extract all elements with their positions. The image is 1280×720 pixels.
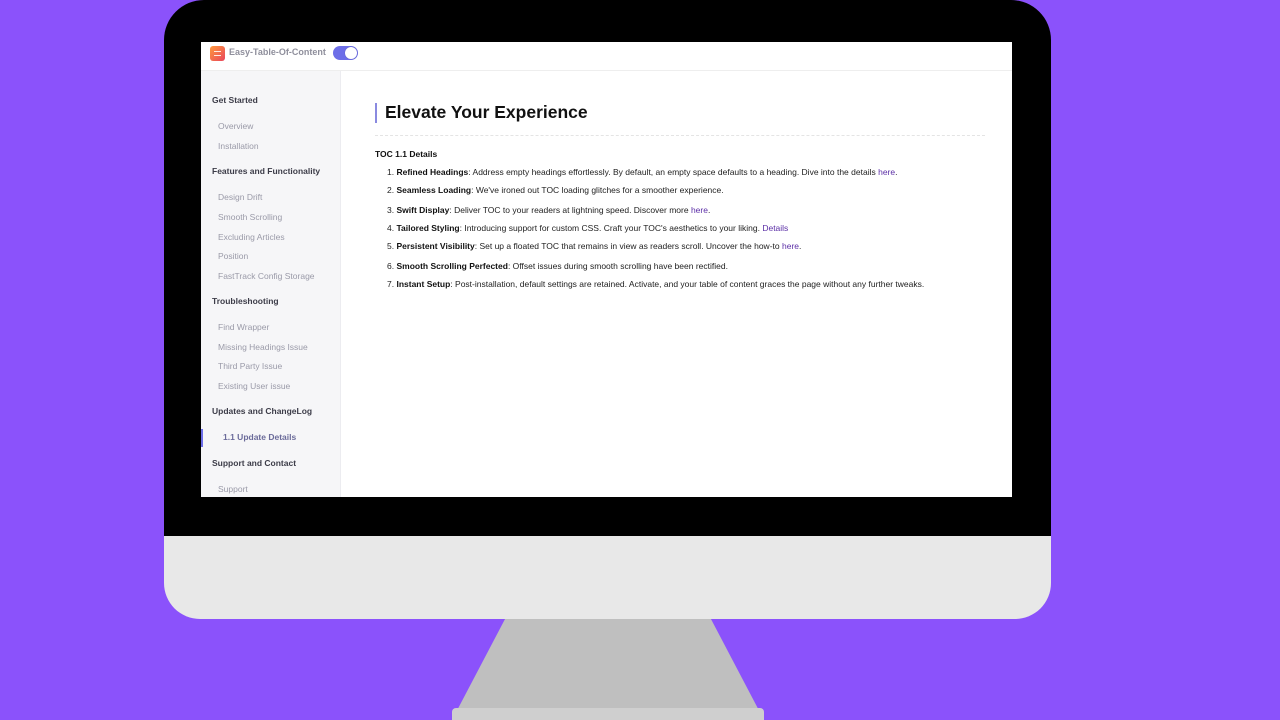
sidebar-item-design-drift[interactable]: Design Drift (218, 192, 262, 202)
monitor-chin (164, 536, 1051, 619)
sidebar-item-third-party-issue[interactable]: Third Party Issue (218, 361, 282, 371)
item-title: Swift Display (396, 205, 450, 215)
sidebar-item-find-wrapper[interactable]: Find Wrapper (218, 322, 269, 332)
sidebar-item-overview[interactable]: Overview (218, 121, 253, 131)
sidebar-item-missing-headings-issue[interactable]: Missing Headings Issue (218, 342, 308, 352)
list-item: 4. Tailored Styling: Introducing support… (387, 223, 789, 233)
sidebar-section-troubleshooting: Troubleshooting (212, 296, 279, 306)
list-item: 5. Persistent Visibility: Set up a float… (387, 241, 802, 251)
item-link[interactable]: Details (762, 223, 788, 233)
list-item: 7. Instant Setup: Post-installation, def… (387, 279, 925, 289)
item-title: Refined Headings (396, 167, 469, 177)
section-title: TOC 1.1 Details (375, 149, 438, 159)
item-title: Persistent Visibility (396, 241, 475, 251)
heading-accent-bar (375, 103, 377, 123)
item-link[interactable]: here (878, 167, 895, 177)
app-logo-icon (210, 46, 225, 61)
title-divider (375, 135, 985, 136)
top-bar: Easy-Table-Of-Content (201, 42, 1012, 71)
list-item: 6. Smooth Scrolling Perfected: Offset is… (387, 261, 728, 271)
sidebar-item-existing-user-issue[interactable]: Existing User issue (218, 381, 290, 391)
sidebar-section-updates: Updates and ChangeLog (212, 406, 313, 416)
sidebar-item-support[interactable]: Support (218, 484, 248, 494)
sidebar-section-features: Features and Functionality (212, 166, 321, 176)
app-title: Easy-Table-Of-Content (229, 47, 326, 57)
sidebar-item-fasttrack-config-storage[interactable]: FastTrack Config Storage (218, 271, 315, 281)
monitor-stand (452, 619, 764, 720)
enable-toggle[interactable] (333, 46, 358, 60)
sidebar-section-support: Support and Contact (212, 458, 297, 468)
sidebar-item-update-details[interactable]: 1.1 Update Details (223, 432, 296, 442)
monitor-stand-foot (452, 708, 764, 720)
item-title: Seamless Loading (396, 185, 472, 195)
sidebar: Get Started Overview Installation Featur… (201, 71, 341, 497)
app-screen: Easy-Table-Of-Content Get Started Overvi… (201, 42, 1012, 497)
item-title: Tailored Styling (396, 223, 460, 233)
list-item: 1. Refined Headings: Address empty headi… (387, 167, 898, 177)
main-content: Elevate Your Experience TOC 1.1 Details … (341, 71, 1012, 497)
sidebar-item-smooth-scrolling[interactable]: Smooth Scrolling (218, 212, 282, 222)
sidebar-item-position[interactable]: Position (218, 251, 248, 261)
toggle-knob (345, 47, 357, 59)
item-link[interactable]: here (691, 205, 708, 215)
sidebar-item-excluding-articles[interactable]: Excluding Articles (218, 232, 285, 242)
active-indicator (201, 429, 203, 447)
item-title: Instant Setup (396, 279, 451, 289)
list-item: 2. Seamless Loading: We've ironed out TO… (387, 185, 724, 195)
page-title: Elevate Your Experience (385, 102, 588, 122)
item-link[interactable]: here (782, 241, 799, 251)
sidebar-section-get-started: Get Started (212, 95, 258, 105)
list-item: 3. Swift Display: Deliver TOC to your re… (387, 205, 711, 215)
item-title: Smooth Scrolling Perfected (396, 261, 508, 271)
sidebar-item-installation[interactable]: Installation (218, 141, 259, 151)
